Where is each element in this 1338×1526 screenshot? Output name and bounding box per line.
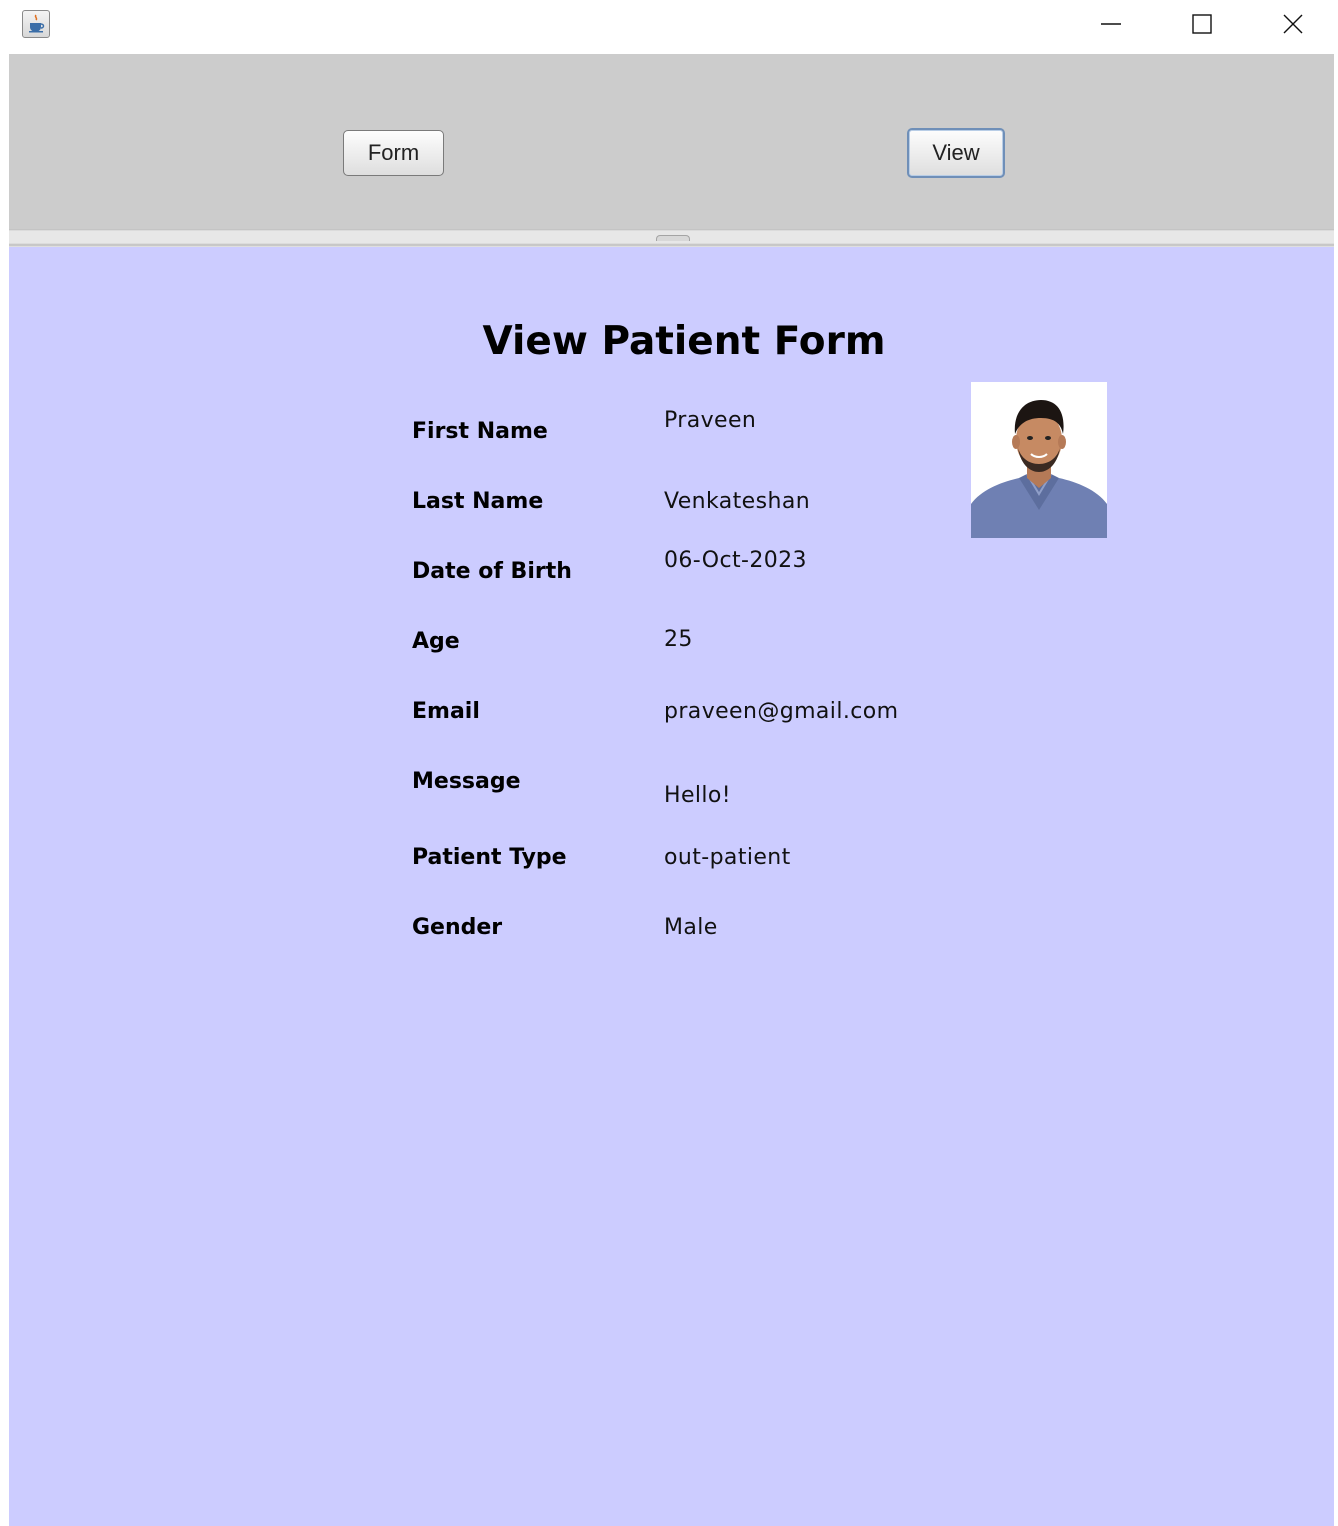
first-name-value: Praveen xyxy=(664,408,757,433)
form-button[interactable]: Form xyxy=(343,130,444,176)
message-value: Hello! xyxy=(664,783,731,808)
close-button[interactable] xyxy=(1270,0,1316,48)
date-of-birth-label: Date of Birth xyxy=(412,559,572,584)
email-label: Email xyxy=(412,699,480,724)
app-window: Form View View Patient Form First Name P… xyxy=(0,0,1338,1526)
gender-label: Gender xyxy=(412,915,503,940)
last-name-label: Last Name xyxy=(412,489,544,514)
title-bar xyxy=(0,0,1338,54)
maximize-icon xyxy=(1192,14,1212,34)
age-label: Age xyxy=(412,629,460,654)
page-title: View Patient Form xyxy=(482,319,886,364)
email-value: praveen@gmail.com xyxy=(664,699,899,724)
minimize-icon xyxy=(1101,23,1121,25)
gender-value: Male xyxy=(664,915,718,940)
minimize-button[interactable] xyxy=(1088,0,1134,48)
patient-type-label: Patient Type xyxy=(412,845,567,870)
view-button[interactable]: View xyxy=(907,128,1005,178)
age-value: 25 xyxy=(664,627,693,652)
patient-type-value: out-patient xyxy=(664,845,791,870)
last-name-value: Venkateshan xyxy=(664,489,811,514)
date-of-birth-value: 06-Oct-2023 xyxy=(664,548,807,573)
close-icon xyxy=(1283,14,1303,34)
patient-photo xyxy=(971,382,1107,538)
button-toolbar: Form View xyxy=(9,54,1334,229)
split-pane-divider[interactable] xyxy=(9,229,1334,247)
message-label: Message xyxy=(412,769,521,794)
java-coffee-cup-icon[interactable] xyxy=(22,10,50,38)
view-patient-panel: View Patient Form First Name Praveen Las… xyxy=(9,247,1334,1526)
maximize-button[interactable] xyxy=(1179,0,1225,48)
first-name-label: First Name xyxy=(412,419,548,444)
split-pane: Form View View Patient Form First Name P… xyxy=(9,54,1334,1526)
divider-grip-handle[interactable] xyxy=(656,235,690,241)
